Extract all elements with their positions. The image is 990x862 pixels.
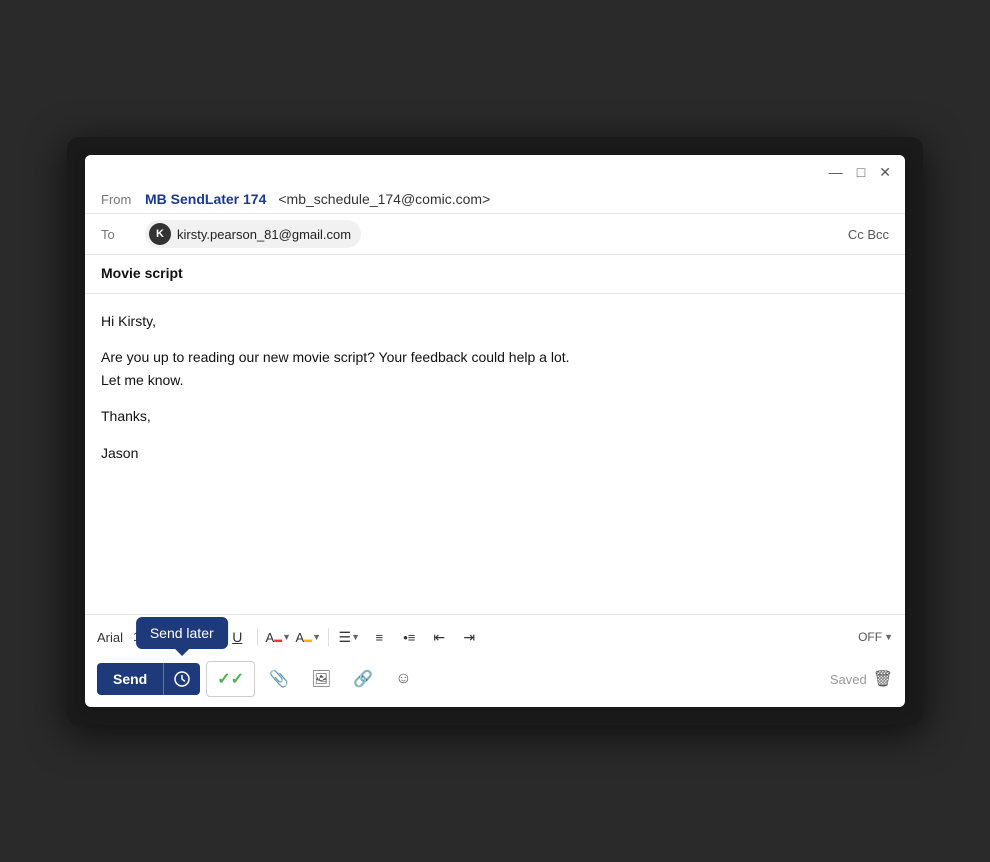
body-signature: Jason (101, 442, 889, 464)
saved-status: Saved 🗑 (830, 669, 893, 689)
send-later-tooltip: Send later (136, 617, 228, 649)
trash-icon: 🗑 (873, 671, 893, 688)
insert-emoji-button[interactable]: ☺ (387, 664, 419, 694)
highlight-arrow-icon: ▼ (312, 632, 321, 642)
highlight-color-button[interactable]: A▬ ▼ (294, 623, 322, 651)
indent-decrease-button[interactable]: ⇤ (425, 623, 453, 651)
send-button[interactable]: Send (97, 663, 163, 695)
cc-bcc-button[interactable]: Cc Bcc (848, 227, 889, 242)
subject-text: Movie script (101, 265, 183, 281)
title-bar: — □ ✕ (85, 155, 905, 185)
insert-image-button[interactable]: 🖼 (303, 663, 339, 695)
unordered-list-icon: •≡ (403, 630, 415, 645)
toolbar-area: Arial 10 ▼ B I U A▬ ▼ A▬ ▼ (85, 614, 905, 707)
check-icon: ✓✓ (217, 669, 244, 689)
body-paragraph: Are you up to reading our new movie scri… (101, 346, 889, 391)
recipient-email: kirsty.pearson_81@gmail.com (177, 227, 351, 242)
off-arrow-icon: ▼ (884, 632, 893, 642)
align-arrow-icon: ▼ (351, 632, 360, 642)
divider-1 (257, 628, 258, 646)
highlight-icon: A▬ (296, 630, 313, 645)
text-color-icon: A▬ (266, 630, 283, 645)
send-later-button[interactable] (163, 663, 200, 695)
emoji-icon: ☺ (395, 670, 411, 687)
minimize-button[interactable]: — (829, 165, 843, 179)
align-button[interactable]: ☰ ▼ (335, 623, 363, 651)
from-name: MB SendLater 174 (145, 191, 266, 207)
check-button[interactable]: ✓✓ (206, 661, 255, 697)
clock-icon (174, 671, 190, 687)
delete-draft-button[interactable]: 🗑 (873, 669, 893, 689)
title-bar-controls: — □ ✕ (829, 165, 891, 179)
body-greeting: Hi Kirsty, (101, 310, 889, 332)
window-shadow: — □ ✕ From MB SendLater 174 <mb_schedule… (67, 137, 923, 725)
saved-label: Saved (830, 672, 867, 687)
unordered-list-button[interactable]: •≡ (395, 623, 423, 651)
send-group: Send Send later (97, 663, 200, 695)
image-icon: 🖼 (311, 671, 331, 688)
body-thanks: Thanks, (101, 405, 889, 427)
paperclip-icon: 📎 (269, 671, 289, 688)
off-badge: OFF ▼ (858, 630, 893, 644)
ordered-list-button[interactable]: ≡ (365, 623, 393, 651)
send-label: Send (113, 671, 147, 687)
from-email: <mb_schedule_174@comic.com> (278, 191, 490, 207)
align-icon: ☰ (339, 629, 352, 646)
insert-link-button[interactable]: 🔗 (345, 663, 381, 695)
subject-row: Movie script (85, 255, 905, 294)
from-row: From MB SendLater 174 <mb_schedule_174@c… (85, 185, 905, 214)
tooltip-container: Send later (163, 663, 200, 695)
compose-window: — □ ✕ From MB SendLater 174 <mb_schedule… (85, 155, 905, 707)
indent-decrease-icon: ⇤ (433, 629, 445, 646)
divider-2 (328, 628, 329, 646)
to-row: To K kirsty.pearson_81@gmail.com Cc Bcc (85, 214, 905, 255)
link-icon: 🔗 (353, 671, 373, 688)
maximize-button[interactable]: □ (857, 165, 865, 179)
ordered-list-icon: ≡ (376, 630, 384, 645)
text-color-arrow-icon: ▼ (282, 632, 291, 642)
text-color-button[interactable]: A▬ ▼ (264, 623, 292, 651)
from-label: From (101, 192, 137, 207)
font-name-label: Arial (97, 630, 123, 645)
to-label: To (101, 227, 137, 242)
close-button[interactable]: ✕ (879, 165, 891, 179)
action-bar: Send Send later ✓✓ (97, 657, 893, 703)
indent-increase-button[interactable]: ⇥ (455, 623, 483, 651)
recipient-chip[interactable]: K kirsty.pearson_81@gmail.com (145, 220, 361, 248)
attach-button[interactable]: 📎 (261, 663, 297, 695)
avatar: K (149, 223, 171, 245)
email-body[interactable]: Hi Kirsty, Are you up to reading our new… (85, 294, 905, 614)
indent-increase-icon: ⇥ (463, 629, 475, 646)
